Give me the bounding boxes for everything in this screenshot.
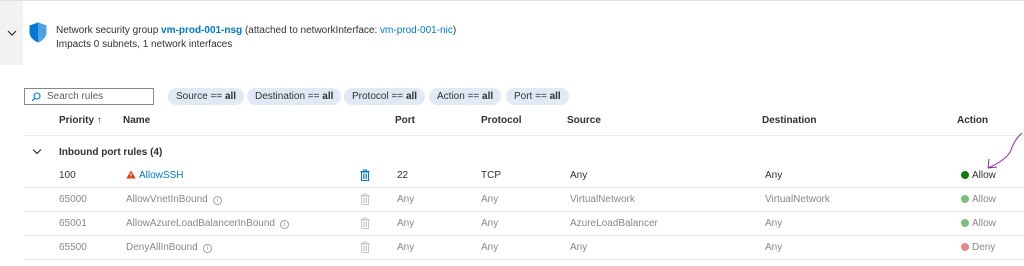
filter-value: all xyxy=(322,91,334,102)
rule-source: VirtualNetwork xyxy=(570,194,635,205)
column-header-port[interactable]: Port xyxy=(395,115,415,126)
rule-source: AzureLoadBalancer xyxy=(570,218,658,229)
nsg-attached-suffix: ) xyxy=(452,25,457,36)
filter-value: all xyxy=(224,91,237,102)
collapse-button[interactable] xyxy=(0,1,23,65)
nsg-title: Network security group vm-prod-001-nsg (… xyxy=(56,25,456,36)
search-rules-box[interactable] xyxy=(24,88,154,105)
table-row[interactable]: 65500 DenyAllInBound i Any Any Any Any De… xyxy=(24,236,1024,260)
table-row[interactable]: 65000 AllowVnetInBound i Any Any VirtualN… xyxy=(24,188,1024,212)
rule-action-label: Allow xyxy=(972,194,996,205)
nic-link[interactable]: vm-prod-001-nic xyxy=(380,25,453,36)
rule-priority: 65001 xyxy=(59,218,87,229)
search-icon xyxy=(31,91,41,101)
rule-name-cell: AllowAzureLoadBalancerInBound i xyxy=(126,218,289,229)
info-icon[interactable]: i xyxy=(202,244,212,253)
trash-icon xyxy=(360,217,370,229)
filter-label: Protocol == xyxy=(352,91,404,102)
rule-name-cell: AllowVnetInBound i xyxy=(126,194,222,205)
shield-icon xyxy=(29,22,47,43)
rule-destination: Any xyxy=(765,242,783,253)
warning-icon xyxy=(126,170,136,179)
rule-port: Any xyxy=(397,194,415,205)
filter-value: all xyxy=(549,91,561,102)
rule-action: Allow xyxy=(961,218,996,229)
check-circle-icon xyxy=(961,195,969,203)
rule-protocol: TCP xyxy=(481,170,501,181)
rule-name-cell: DenyAllInBound i xyxy=(126,242,212,253)
filter-pill-source[interactable]: Source == all xyxy=(168,88,245,105)
rule-protocol: Any xyxy=(481,242,499,253)
column-header-action[interactable]: Action xyxy=(957,115,988,126)
filter-label: Action == xyxy=(437,91,480,102)
rule-priority: 65000 xyxy=(59,194,87,205)
filter-label: Source == xyxy=(176,91,223,102)
trash-icon xyxy=(360,241,370,253)
rule-priority: 65500 xyxy=(59,242,87,253)
annotation-arrow-icon xyxy=(987,132,1023,169)
column-header-source[interactable]: Source xyxy=(567,115,601,126)
rule-source: Any xyxy=(570,170,588,181)
nsg-header: Network security group vm-prod-001-nsg (… xyxy=(0,0,1024,65)
rule-source: Any xyxy=(570,242,588,253)
nsg-title-prefix: Network security group xyxy=(56,25,159,36)
check-circle-icon xyxy=(961,171,969,179)
group-label: Inbound port rules (4) xyxy=(59,147,163,158)
rule-action: Deny xyxy=(961,242,995,253)
info-icon[interactable]: i xyxy=(212,196,222,205)
filter-pill-destination[interactable]: Destination == all xyxy=(247,88,342,105)
rule-name: DenyAllInBound xyxy=(126,242,198,253)
rule-port: Any xyxy=(397,242,415,253)
filter-pill-protocol[interactable]: Protocol == all xyxy=(344,88,426,105)
check-circle-icon xyxy=(961,219,969,227)
rule-protocol: Any xyxy=(481,194,499,205)
table-row[interactable]: 100 AllowSSH 22 TCP Any Any Allow xyxy=(24,164,1024,188)
rule-port: 22 xyxy=(397,170,409,181)
header-divider xyxy=(24,135,1024,136)
column-header-priority[interactable]: Priority ↑ xyxy=(59,115,102,126)
search-input[interactable] xyxy=(47,91,147,102)
rule-destination: Any xyxy=(765,218,783,229)
rule-name-link[interactable]: AllowSSH xyxy=(139,170,183,181)
filter-pill-action[interactable]: Action == all xyxy=(429,88,502,105)
column-header-name[interactable]: Name xyxy=(123,115,150,126)
filter-label: Destination == xyxy=(255,91,320,102)
nsg-impact-text: Impacts 0 subnets, 1 network interfaces xyxy=(56,39,233,50)
rule-action: Allow xyxy=(961,194,996,205)
column-header-destination[interactable]: Destination xyxy=(762,115,816,126)
x-circle-icon xyxy=(961,243,969,251)
table-row[interactable]: 65001 AllowAzureLoadBalancerInBound i Any… xyxy=(24,212,1024,236)
column-header-protocol[interactable]: Protocol xyxy=(481,115,522,126)
nsg-attached-prefix: (attached to networkInterface: xyxy=(244,25,378,36)
rule-protocol: Any xyxy=(481,218,499,229)
nsg-name-link[interactable]: vm-prod-001-nsg xyxy=(161,25,242,36)
rule-destination: VirtualNetwork xyxy=(765,194,830,205)
info-icon[interactable]: i xyxy=(280,220,289,229)
trash-icon[interactable] xyxy=(360,169,370,181)
rule-port: Any xyxy=(397,218,415,229)
rule-destination: Any xyxy=(765,170,783,181)
rule-priority: 100 xyxy=(59,170,76,181)
chevron-down-icon[interactable] xyxy=(32,148,42,155)
group-row-inbound[interactable]: Inbound port rules (4) xyxy=(24,140,1024,164)
filter-pill-port[interactable]: Port == all xyxy=(506,88,569,105)
filter-value: all xyxy=(405,91,418,102)
chevron-down-icon xyxy=(7,30,16,36)
rule-name: AllowVnetInBound xyxy=(126,194,208,205)
rule-action-label: Deny xyxy=(972,242,996,253)
trash-icon xyxy=(360,193,370,205)
rule-action-label: Allow xyxy=(972,218,996,229)
rule-name-cell: AllowSSH xyxy=(126,170,183,181)
filter-value: all xyxy=(482,91,494,102)
filter-label: Port == xyxy=(514,91,547,102)
rule-name: AllowAzureLoadBalancerInBound xyxy=(126,218,275,229)
